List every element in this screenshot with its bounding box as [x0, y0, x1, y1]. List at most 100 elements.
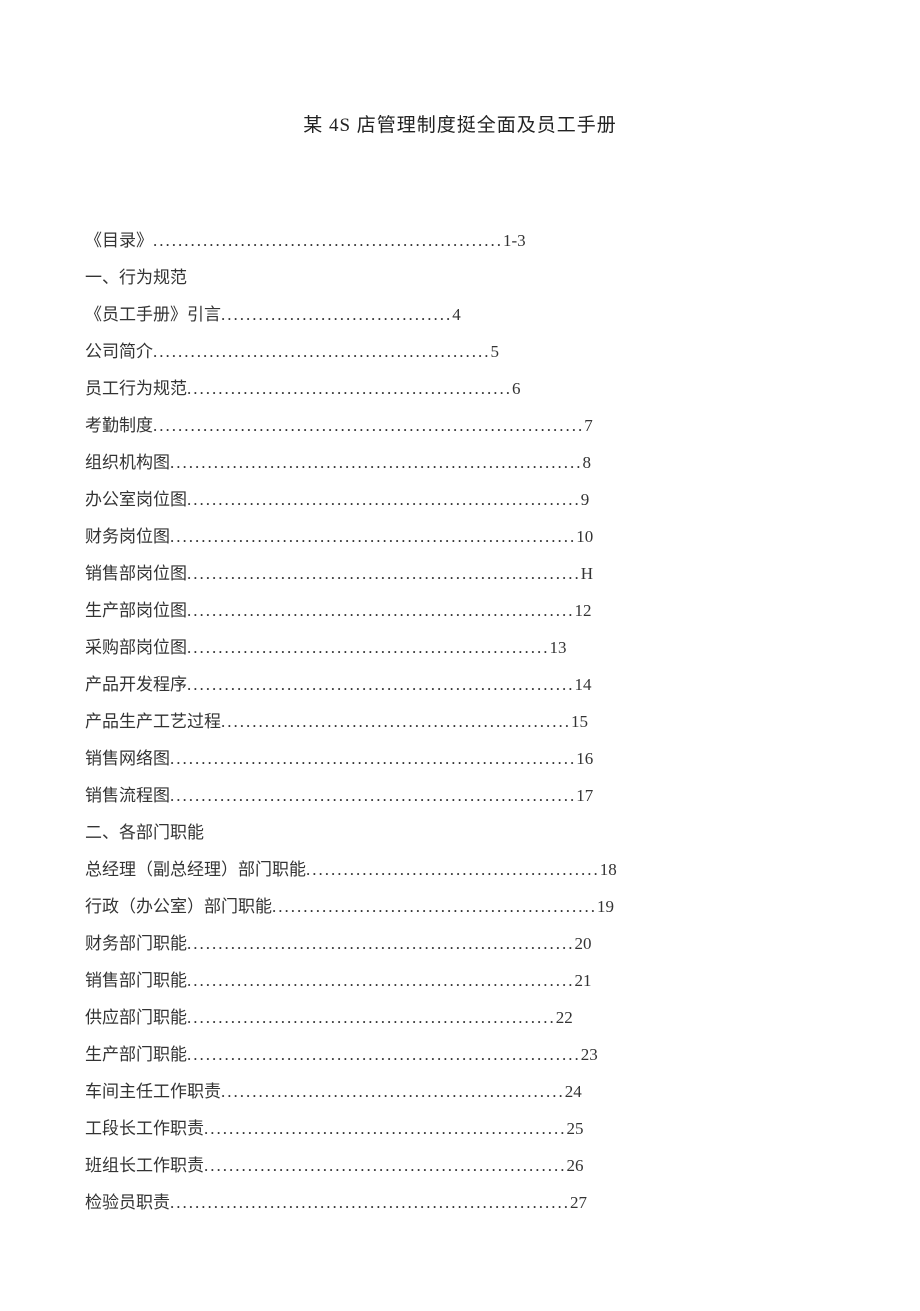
- toc-entry-label: 供应部门职能: [85, 1009, 187, 1026]
- toc-entry: 车间主任工作职责................................…: [85, 1083, 835, 1100]
- toc-entry: 产品生产工艺过程................................…: [85, 713, 835, 730]
- toc-entry-label: 财务岗位图: [85, 528, 170, 545]
- toc-entry-dots: .....................................: [221, 306, 452, 323]
- toc-entry-page: 6: [512, 380, 521, 397]
- toc-entry-label: 工段长工作职责: [85, 1120, 204, 1137]
- toc-entry-label: 财务部门职能: [85, 935, 187, 952]
- toc-entry-dots: ........................................…: [170, 787, 576, 804]
- toc-entry-dots: ........................................…: [170, 528, 576, 545]
- toc-entry-page: 15: [571, 713, 588, 730]
- toc-entry-page: 14: [575, 676, 592, 693]
- toc-entry-label: 检验员职责: [85, 1194, 170, 1211]
- toc-entry: 销售部门职能..................................…: [85, 972, 835, 989]
- toc-entry-dots: ........................................…: [170, 750, 576, 767]
- toc-entry: 行政（办公室）部门职能.............................…: [85, 898, 835, 915]
- toc-entry-dots: ........................................…: [187, 639, 550, 656]
- toc-entry-page: 9: [581, 491, 590, 508]
- toc-entry-dots: ........................................…: [187, 491, 581, 508]
- toc-entry-dots: ........................................…: [306, 861, 600, 878]
- toc-entry: 办公室岗位图..................................…: [85, 491, 835, 508]
- toc-entry: 考勤制度....................................…: [85, 417, 835, 434]
- toc-entry-page: 5: [491, 343, 500, 360]
- toc-entry-page: 8: [583, 454, 592, 471]
- toc-entry-label: 总经理（副总经理）部门职能: [85, 861, 306, 878]
- page-title: 某 4S 店管理制度挺全面及员工手册: [85, 110, 835, 137]
- toc-section-header: 一、行为规范: [85, 269, 835, 286]
- toc-entry-page: 27: [570, 1194, 587, 1211]
- toc-entry: 《员工手册》引言................................…: [85, 306, 835, 323]
- toc-entry-page: 22: [556, 1009, 573, 1026]
- toc-entry-label: 班组长工作职责: [85, 1157, 204, 1174]
- toc-entry: 采购部岗位图..................................…: [85, 639, 835, 656]
- toc-entry: 产品开发程序..................................…: [85, 676, 835, 693]
- toc-entry-dots: ........................................…: [204, 1120, 567, 1137]
- toc-entry-label: 销售部门职能: [85, 972, 187, 989]
- toc-entry-page: 20: [575, 935, 592, 952]
- toc-entry: 销售部岗位图..................................…: [85, 565, 835, 582]
- toc-entry: 组织机构图...................................…: [85, 454, 835, 471]
- toc-entry-page: 4: [452, 306, 461, 323]
- toc-entry-page: 23: [581, 1046, 598, 1063]
- toc-entry-label: 办公室岗位图: [85, 491, 187, 508]
- toc-entry: 财务部门职能..................................…: [85, 935, 835, 952]
- toc-entry-dots: ........................................…: [187, 380, 512, 397]
- toc-entry-dots: ........................................…: [221, 1083, 565, 1100]
- toc-entry: 总经理（副总经理）部门职能...........................…: [85, 861, 835, 878]
- toc-entry: 供应部门职能..................................…: [85, 1009, 835, 1026]
- toc-entry-page: 21: [575, 972, 592, 989]
- toc-entry-page: 25: [567, 1120, 584, 1137]
- toc-entry-dots: ........................................…: [221, 713, 571, 730]
- toc-section-header: 二、各部门职能: [85, 824, 835, 841]
- toc-entry-dots: ........................................…: [170, 1194, 570, 1211]
- toc-entry-page: 1-3: [503, 232, 526, 249]
- toc-entry: 员工行为规范..................................…: [85, 380, 835, 397]
- toc-entry-label: 员工行为规范: [85, 380, 187, 397]
- toc-entry-dots: ........................................…: [187, 972, 575, 989]
- toc-entry: 工段长工作职责.................................…: [85, 1120, 835, 1137]
- toc-entry: 生产部门职能..................................…: [85, 1046, 835, 1063]
- toc-entry-page: H: [581, 565, 593, 582]
- toc-entry-label: 销售部岗位图: [85, 565, 187, 582]
- toc-entry-label: 销售网络图: [85, 750, 170, 767]
- toc-entry: 财务岗位图...................................…: [85, 528, 835, 545]
- toc-entry: 销售流程图...................................…: [85, 787, 835, 804]
- toc-entry-label: 生产部门职能: [85, 1046, 187, 1063]
- toc-entry-label: 考勤制度: [85, 417, 153, 434]
- toc-entry-label: 产品生产工艺过程: [85, 713, 221, 730]
- toc-entry-label: 组织机构图: [85, 454, 170, 471]
- toc-entry-label: 《员工手册》引言: [85, 306, 221, 323]
- toc-entry-label: 行政（办公室）部门职能: [85, 898, 272, 915]
- toc-entry: 检验员职责...................................…: [85, 1194, 835, 1211]
- toc-entry-label: 产品开发程序: [85, 676, 187, 693]
- toc-entry-dots: ........................................…: [187, 1046, 581, 1063]
- toc-entry-dots: ........................................…: [187, 565, 581, 582]
- toc-entry-dots: ........................................…: [204, 1157, 567, 1174]
- toc-entry-label: 生产部岗位图: [85, 602, 187, 619]
- toc-entry-page: 17: [576, 787, 593, 804]
- toc-entry-page: 16: [576, 750, 593, 767]
- document-page: 某 4S 店管理制度挺全面及员工手册 《目录》.................…: [0, 0, 920, 1311]
- toc-entry-dots: ........................................…: [187, 935, 575, 952]
- toc-entry-page: 19: [597, 898, 614, 915]
- toc-entry: 《目录》....................................…: [85, 232, 835, 249]
- toc-entry-page: 10: [576, 528, 593, 545]
- toc-entry-dots: ........................................…: [153, 343, 491, 360]
- toc-entry: 班组长工作职责.................................…: [85, 1157, 835, 1174]
- toc-entry-dots: ........................................…: [153, 417, 584, 434]
- toc-entry-label: 销售流程图: [85, 787, 170, 804]
- toc-entry: 公司简介....................................…: [85, 343, 835, 360]
- toc-entry-page: 13: [550, 639, 567, 656]
- table-of-contents: 《目录》....................................…: [85, 232, 835, 1211]
- toc-entry-label: 采购部岗位图: [85, 639, 187, 656]
- toc-entry-dots: ........................................…: [187, 602, 575, 619]
- toc-entry-dots: ........................................…: [187, 1009, 556, 1026]
- toc-entry-page: 26: [567, 1157, 584, 1174]
- toc-entry-label: 车间主任工作职责: [85, 1083, 221, 1100]
- toc-entry-dots: ........................................…: [272, 898, 597, 915]
- toc-entry-dots: ........................................…: [187, 676, 575, 693]
- toc-entry-dots: ........................................…: [153, 232, 503, 249]
- toc-entry-page: 7: [584, 417, 593, 434]
- toc-entry-dots: ........................................…: [170, 454, 583, 471]
- toc-entry-label: 公司简介: [85, 343, 153, 360]
- toc-entry-label: 《目录》: [85, 232, 153, 249]
